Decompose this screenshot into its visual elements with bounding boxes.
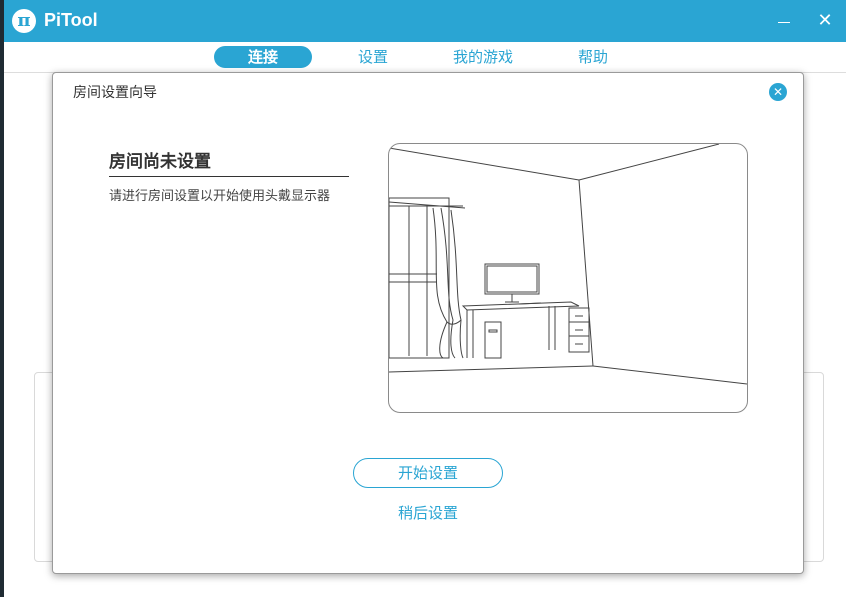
- tab-connect[interactable]: 连接: [214, 46, 312, 68]
- title-bar: π PiTool ✕: [4, 0, 846, 42]
- tab-help[interactable]: 帮助: [564, 46, 622, 68]
- setup-later-link[interactable]: 稍后设置: [353, 502, 503, 523]
- tab-settings[interactable]: 设置: [342, 46, 404, 68]
- setup-heading: 房间尚未设置: [109, 147, 349, 177]
- room-illustration: [388, 143, 748, 413]
- dialog-title: 房间设置向导: [73, 85, 157, 101]
- dialog-close-icon[interactable]: ✕: [769, 83, 787, 101]
- pitool-logo-icon: π: [12, 9, 36, 33]
- setup-description: 请进行房间设置以开始使用头戴显示器: [109, 189, 331, 204]
- room-setup-dialog: 房间设置向导 ✕ 房间尚未设置 请进行房间设置以开始使用头戴显示器 开始设置 稍…: [52, 72, 804, 574]
- minimize-icon[interactable]: [772, 8, 798, 34]
- start-setup-button[interactable]: 开始设置: [353, 458, 503, 488]
- close-icon[interactable]: ✕: [812, 8, 838, 34]
- nav-tabs: 连接 设置 我的游戏 帮助: [4, 42, 846, 73]
- app-window: π PiTool ✕ 连接 设置 我的游戏 帮助 房间设置向导 ✕ 房间尚未设置…: [4, 0, 846, 597]
- tab-my-games[interactable]: 我的游戏: [440, 46, 526, 68]
- app-title: PiTool: [44, 10, 98, 30]
